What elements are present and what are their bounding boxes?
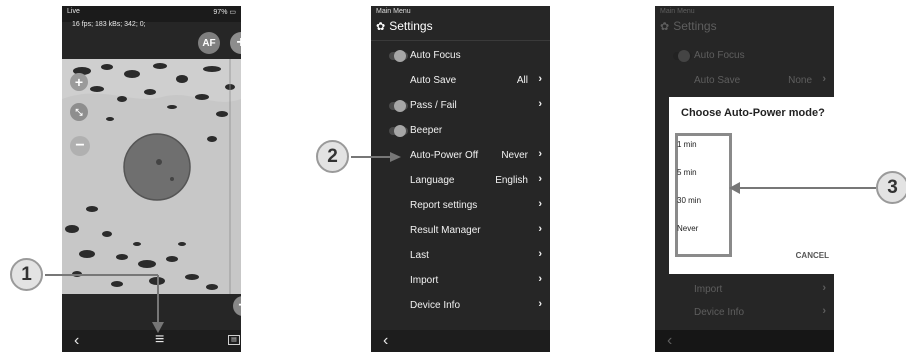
zoom-out-button[interactable]: − bbox=[70, 136, 90, 156]
plus-icon: + bbox=[74, 74, 84, 90]
callout-number-1: 1 bbox=[10, 258, 43, 291]
minus-icon: − bbox=[75, 137, 85, 154]
setting-label: Beeper bbox=[410, 125, 443, 136]
chevron-right-icon: › bbox=[538, 148, 542, 160]
chevron-right-icon: › bbox=[538, 298, 542, 310]
minus-icon: − bbox=[238, 297, 241, 315]
setting-label: Import bbox=[410, 275, 439, 286]
chevron-right-icon: › bbox=[822, 73, 826, 85]
page-title: ✿ Settings bbox=[376, 19, 433, 33]
auto-power-dialog: Choose Auto-Power mode? 1 min 5 min 30 m… bbox=[669, 97, 834, 274]
setting-row-auto-power-off[interactable]: Auto-Power Off Never › bbox=[371, 143, 550, 168]
bottom-nav-bar: ‹ ≡ ▤ bbox=[62, 330, 241, 352]
chevron-right-icon: › bbox=[538, 273, 542, 285]
setting-label: Last bbox=[410, 250, 429, 261]
back-icon: ‹ bbox=[667, 332, 673, 349]
option-1-min[interactable]: 1 min bbox=[677, 140, 697, 149]
options-highlight bbox=[675, 133, 732, 257]
battery-level: 97% ▭ bbox=[213, 9, 236, 16]
bottom-nav-bar: ‹ bbox=[655, 330, 834, 352]
setting-row-auto-save[interactable]: Auto Save All › bbox=[371, 68, 550, 93]
auto-power-dialog-screen: Main Menu ✿ Settings Auto Focus Auto Sav… bbox=[655, 6, 834, 352]
option-30-min[interactable]: 30 min bbox=[677, 196, 701, 205]
setting-label: Device Info bbox=[694, 307, 745, 318]
setting-row-pass-fail[interactable]: Pass / Fail › bbox=[371, 93, 550, 118]
setting-value: All bbox=[516, 75, 528, 86]
chevron-right-icon: › bbox=[538, 223, 542, 235]
zoom-in-button[interactable]: + bbox=[70, 73, 88, 91]
page-title: ✿ Settings bbox=[660, 19, 717, 33]
setting-label: Pass / Fail bbox=[410, 100, 457, 111]
settings-screen: Main Menu ✿ Settings Auto Focus Auto Sav… bbox=[371, 6, 550, 352]
stream-stats: 16 fps; 183 kBs; 342; 0; bbox=[72, 21, 146, 28]
setting-label: Auto Focus bbox=[694, 50, 745, 61]
chevron-right-icon: › bbox=[538, 198, 542, 210]
option-5-min[interactable]: 5 min bbox=[677, 168, 697, 177]
dialog-title: Choose Auto-Power mode? bbox=[681, 107, 825, 119]
callout-number-3: 3 bbox=[876, 171, 906, 204]
fit-icon: ⤡ bbox=[75, 106, 83, 117]
setting-row-report-settings[interactable]: Report settings › bbox=[371, 193, 550, 218]
status-mode: Live bbox=[67, 8, 80, 15]
setting-row-auto-focus[interactable]: Auto Focus bbox=[371, 43, 550, 68]
setting-row-auto-save: Auto Save None › bbox=[655, 68, 834, 93]
live-camera-screen: Live 97% ▭ 16 fps; 183 kBs; 342; 0; AF +… bbox=[62, 6, 241, 352]
setting-row-import: Import › bbox=[655, 277, 834, 302]
setting-row-language[interactable]: Language English › bbox=[371, 168, 550, 193]
setting-label: Auto Save bbox=[694, 75, 741, 86]
divider bbox=[371, 40, 550, 41]
report-icon[interactable]: ▤ bbox=[228, 335, 240, 345]
status-bar: Live 97% ▭ bbox=[62, 6, 241, 22]
breadcrumb: Main Menu bbox=[660, 8, 695, 15]
autofocus-button[interactable]: AF bbox=[198, 32, 220, 54]
breadcrumb: Main Menu bbox=[376, 8, 411, 15]
menu-icon[interactable]: ≡ bbox=[155, 331, 164, 349]
setting-value: None bbox=[788, 75, 812, 86]
setting-label: Device Info bbox=[410, 300, 461, 311]
setting-value: Never bbox=[501, 150, 528, 161]
gear-icon: ✿ bbox=[376, 20, 386, 33]
bottom-nav-bar: ‹ bbox=[371, 330, 550, 352]
chevron-right-icon: › bbox=[822, 305, 826, 317]
fit-to-screen-button[interactable]: ⤡ bbox=[70, 103, 88, 121]
chevron-right-icon: › bbox=[538, 73, 542, 85]
chevron-right-icon: › bbox=[538, 98, 542, 110]
setting-value: English bbox=[495, 175, 528, 186]
setting-label: Auto Save bbox=[410, 75, 457, 86]
back-icon[interactable]: ‹ bbox=[74, 332, 79, 350]
cancel-button[interactable]: CANCEL bbox=[796, 251, 829, 260]
pass-fail-toggle[interactable] bbox=[389, 100, 408, 112]
gear-icon: ✿ bbox=[660, 20, 670, 33]
option-never[interactable]: Never bbox=[677, 224, 698, 233]
setting-label: Language bbox=[410, 175, 455, 186]
setting-row-device-info[interactable]: Device Info › bbox=[371, 293, 550, 318]
chevron-right-icon: › bbox=[822, 282, 826, 294]
setting-label: Result Manager bbox=[410, 225, 481, 236]
setting-row-result-manager[interactable]: Result Manager › bbox=[371, 218, 550, 243]
setting-label: Auto-Power Off bbox=[410, 150, 479, 161]
remove-button[interactable]: − bbox=[233, 296, 241, 316]
camera-view[interactable] bbox=[62, 59, 241, 294]
setting-label: Report settings bbox=[410, 200, 478, 211]
beeper-toggle[interactable] bbox=[389, 125, 408, 137]
auto-focus-toggle bbox=[673, 50, 692, 62]
setting-label: Auto Focus bbox=[410, 50, 461, 61]
callout-number-2: 2 bbox=[316, 140, 349, 173]
setting-label: Import bbox=[694, 284, 723, 295]
setting-row-device-info: Device Info › bbox=[655, 300, 834, 325]
setting-row-last[interactable]: Last › bbox=[371, 243, 550, 268]
setting-row-auto-focus: Auto Focus bbox=[655, 43, 834, 68]
chevron-right-icon: › bbox=[538, 248, 542, 260]
add-button[interactable]: + bbox=[230, 32, 241, 54]
setting-row-beeper[interactable]: Beeper bbox=[371, 118, 550, 143]
chevron-right-icon: › bbox=[538, 173, 542, 185]
back-icon[interactable]: ‹ bbox=[383, 332, 388, 350]
setting-row-import[interactable]: Import › bbox=[371, 268, 550, 293]
battery-icon: ▭ bbox=[229, 9, 236, 16]
auto-focus-toggle[interactable] bbox=[389, 50, 408, 62]
microscope-image bbox=[62, 59, 241, 294]
